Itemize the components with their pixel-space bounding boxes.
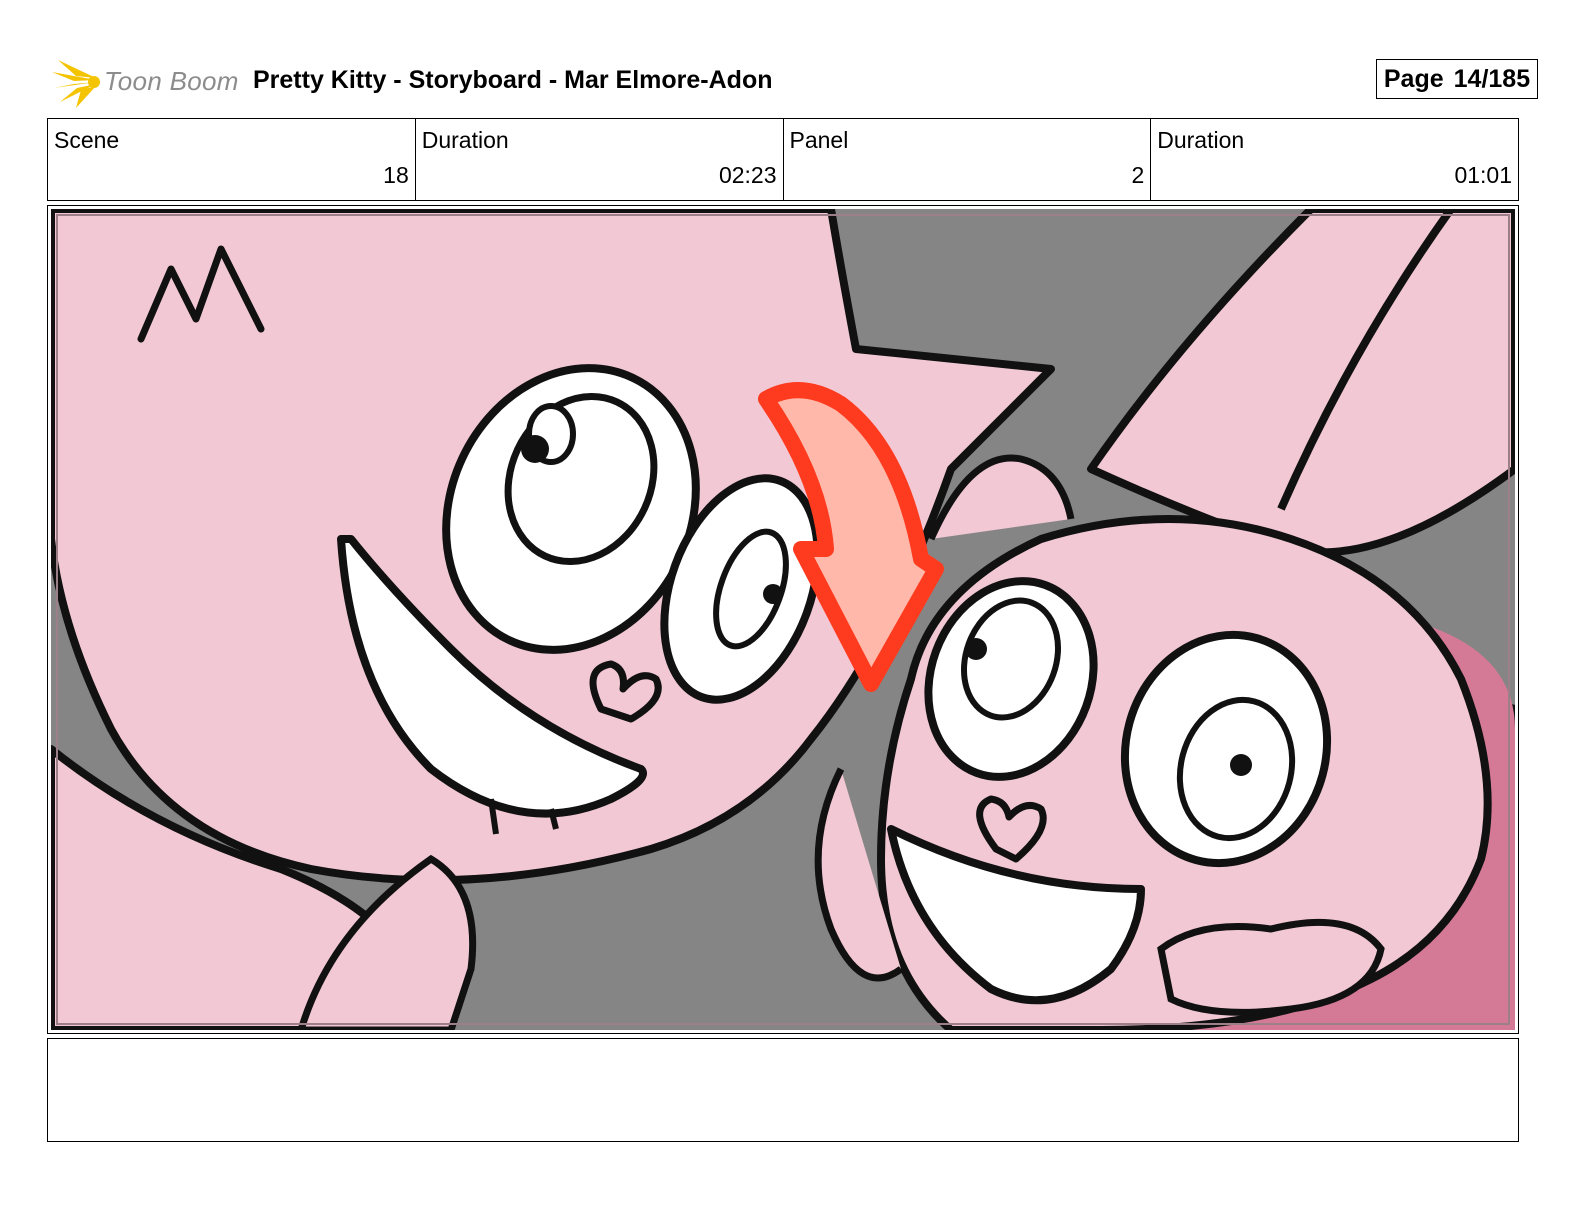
scene-duration-cell: Duration 02:23: [416, 119, 784, 200]
scene-label: Scene: [54, 127, 120, 153]
document-title: Pretty Kitty - Storyboard - Mar Elmore-A…: [253, 66, 773, 94]
panel-cell: Panel 2: [784, 119, 1152, 200]
panel-duration-label: Duration: [1157, 127, 1245, 153]
page-header: Toon Boom Pretty Kitty - Storyboard - Ma…: [48, 50, 1540, 112]
panel-duration-cell: Duration 01:01: [1151, 119, 1518, 200]
scene-cell: Scene 18: [48, 119, 416, 200]
panel-duration-value: 01:01: [1454, 162, 1512, 188]
info-table: Scene 18 Duration 02:23 Panel 2 Duration…: [47, 118, 1519, 201]
scene-duration-label: Duration: [421, 127, 509, 153]
right-character-pupil: [965, 638, 987, 660]
panel-value: 2: [1131, 162, 1145, 188]
right-character-pupil2: [1230, 754, 1252, 776]
left-character-pupil: [521, 435, 549, 463]
toon-boom-logo: Toon Boom: [50, 54, 240, 110]
page-number: 14/185: [1453, 64, 1531, 93]
left-character-pupil2: [763, 584, 783, 604]
panel-drawing: [51, 209, 1515, 1030]
page-indicator: Page 14/185: [1376, 59, 1538, 99]
notes-box: [47, 1038, 1519, 1142]
logo-text: Toon Boom: [104, 66, 239, 96]
panel-label: Panel: [789, 127, 849, 153]
scene-value: 18: [383, 162, 409, 188]
storyboard-panel: [47, 205, 1519, 1034]
starburst-icon: [52, 60, 100, 108]
scene-duration-value: 02:23: [718, 162, 777, 188]
page-label: Page: [1383, 64, 1444, 93]
